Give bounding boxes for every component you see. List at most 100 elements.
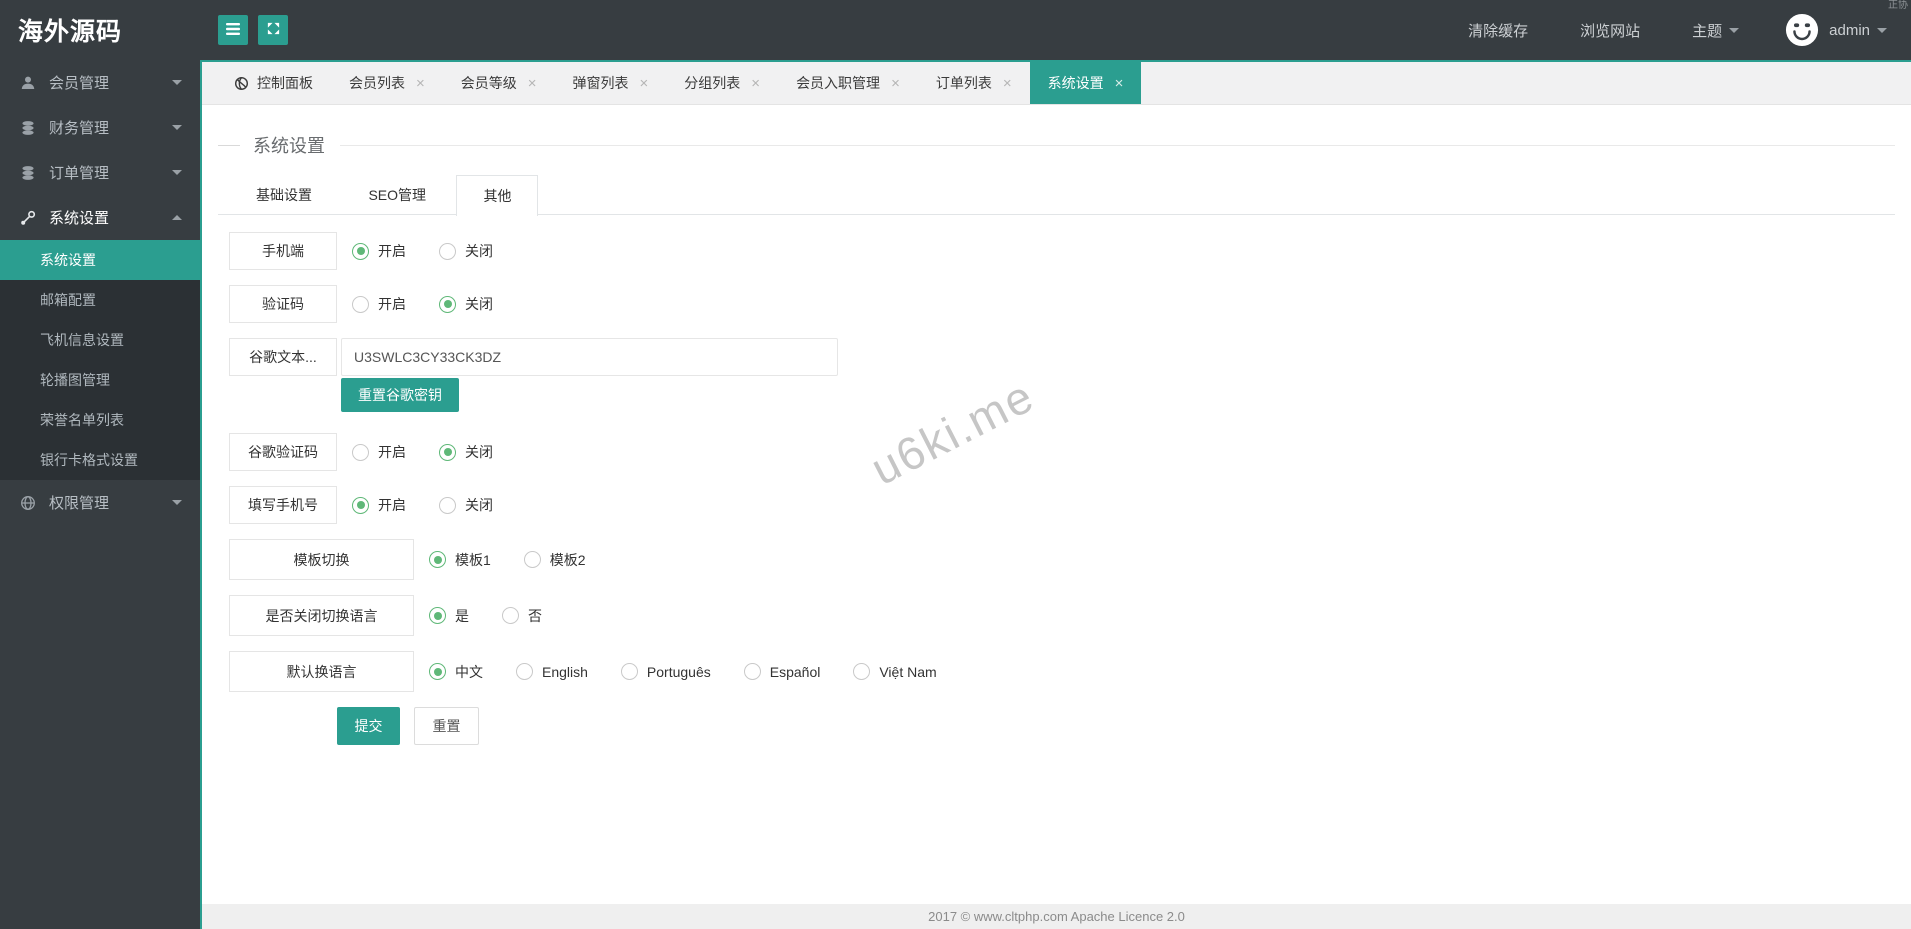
radio-lang-spanish[interactable]: Español	[743, 663, 820, 680]
radio-icon	[516, 663, 533, 680]
database-icon	[20, 165, 38, 181]
radio-mobile-off[interactable]: 关闭	[439, 241, 493, 261]
form-row-google-captcha: 谷歌验证码 开启 关闭	[229, 433, 1895, 471]
radio-label: 是	[455, 607, 469, 624]
radio-label: 开启	[378, 296, 406, 312]
radio-lang-english[interactable]: English	[516, 663, 588, 680]
close-icon[interactable]: ×	[528, 75, 537, 92]
radio-template-2[interactable]: 模板2	[523, 550, 586, 570]
sidebar-item-label: 权限管理	[49, 495, 110, 512]
sidebar-item-system-settings[interactable]: 系统设置	[0, 195, 200, 240]
radio-icon	[352, 242, 369, 260]
field-label: 谷歌文本...	[229, 338, 337, 376]
radio-mobile-on[interactable]: 开启	[352, 241, 406, 261]
radio-group-captcha: 开启 关闭	[352, 294, 526, 314]
globe-icon	[20, 495, 38, 511]
radio-group-phone-number: 开启 关闭	[352, 495, 526, 515]
form-row-disable-lang-switch: 是否关闭切换语言 是 否	[229, 595, 1895, 636]
submenu-item-system-settings[interactable]: 系统设置	[0, 240, 200, 280]
radio-icon	[429, 663, 446, 680]
tab-label: 会员入职管理	[796, 75, 881, 91]
submenu-item-honor-list[interactable]: 荣誉名单列表	[0, 400, 200, 440]
sidebar-item-label: 财务管理	[49, 120, 110, 137]
field-label: 填写手机号	[229, 486, 337, 524]
tab-bar: 控制面板 会员列表 × 会员等级 × 弹窗列表 × 分组列表 × 会员入职管理 …	[202, 62, 1911, 105]
theme-dropdown[interactable]: 主题	[1692, 20, 1740, 41]
tab-member-list[interactable]: 会员列表 ×	[331, 62, 443, 104]
field-label: 手机端	[229, 232, 337, 270]
radio-label: 开启	[378, 243, 406, 259]
reset-google-key-button[interactable]: 重置谷歌密钥	[341, 378, 459, 412]
radio-phone-off[interactable]: 关闭	[439, 495, 493, 515]
radio-template-1[interactable]: 模板1	[429, 550, 491, 570]
sidebar-item-finance[interactable]: 财务管理	[0, 105, 200, 150]
user-menu[interactable]: admin	[1829, 22, 1887, 39]
radio-label: 中文	[455, 663, 483, 680]
radio-group-google-captcha: 开启 关闭	[352, 442, 526, 462]
tab-dashboard[interactable]: 控制面板	[216, 62, 331, 104]
radio-lang-switch-no[interactable]: 否	[502, 606, 542, 626]
tab-member-entry[interactable]: 会员入职管理 ×	[778, 62, 918, 104]
sidebar-item-orders[interactable]: 订单管理	[0, 150, 200, 195]
radio-captcha-off[interactable]: 关闭	[439, 294, 493, 314]
theme-label: 主题	[1692, 22, 1723, 40]
field-label: 验证码	[229, 285, 337, 323]
radio-lang-vietnamese[interactable]: Việt Nam	[853, 663, 937, 680]
radio-captcha-on[interactable]: 开启	[352, 294, 406, 314]
fullscreen-button[interactable]	[258, 15, 288, 45]
submenu-item-carousel[interactable]: 轮播图管理	[0, 360, 200, 400]
footer: 2017 © www.cltphp.com Apache Licence 2.0	[202, 904, 1911, 929]
google-key-input[interactable]	[341, 338, 838, 376]
radio-label: Português	[646, 663, 711, 680]
tab-seo[interactable]: SEO管理	[342, 175, 452, 215]
radio-icon	[429, 607, 446, 624]
form-row-phone-number: 填写手机号 开启 关闭	[229, 486, 1895, 524]
close-icon[interactable]: ×	[751, 75, 760, 92]
sidebar-item-label: 订单管理	[49, 165, 110, 182]
tab-group-list[interactable]: 分组列表 ×	[666, 62, 778, 104]
radio-label: 否	[528, 607, 542, 624]
close-icon[interactable]: ×	[640, 75, 649, 92]
tab-basic-settings[interactable]: 基础设置	[230, 175, 338, 215]
radio-group-disable-lang-switch: 是 否	[429, 606, 575, 626]
radio-icon	[429, 551, 446, 568]
avatar[interactable]	[1785, 13, 1819, 47]
radio-icon	[439, 295, 456, 313]
radio-label: 关闭	[465, 243, 493, 259]
radio-phone-on[interactable]: 开启	[352, 495, 406, 515]
sidebar-item-members[interactable]: 会员管理	[0, 60, 200, 105]
tab-other[interactable]: 其他	[456, 175, 539, 216]
tab-member-level[interactable]: 会员等级 ×	[443, 62, 555, 104]
sidebar-item-permissions[interactable]: 权限管理	[0, 480, 200, 525]
settings-form: 手机端 开启 关闭 验证码 开启 关闭 谷歌文本... U3SWLC3CY33C…	[229, 232, 1895, 745]
radio-google-captcha-on[interactable]: 开启	[352, 442, 406, 462]
reset-button[interactable]: 重置	[414, 707, 479, 745]
submenu-item-bankcard-format[interactable]: 银行卡格式设置	[0, 440, 200, 480]
admin-app: 海外源码 清除缓存 浏览网站 主题 admin 正协 会员管理 财务管理 订单管…	[0, 0, 1911, 929]
radio-lang-switch-yes[interactable]: 是	[429, 606, 469, 626]
radio-icon	[853, 663, 871, 680]
browse-site-link[interactable]: 浏览网站	[1580, 20, 1640, 41]
radio-lang-portuguese[interactable]: Português	[620, 663, 711, 680]
tab-order-list[interactable]: 订单列表 ×	[918, 62, 1030, 104]
close-icon[interactable]: ×	[1115, 75, 1124, 92]
close-icon[interactable]: ×	[416, 75, 425, 92]
submenu-item-email-config[interactable]: 邮箱配置	[0, 280, 200, 320]
tab-popup-list[interactable]: 弹窗列表 ×	[555, 62, 667, 104]
field-label: 模板切换	[229, 539, 414, 580]
close-icon[interactable]: ×	[1003, 75, 1012, 92]
radio-lang-chinese[interactable]: 中文	[429, 662, 483, 682]
tab-label: 会员等级	[460, 75, 517, 91]
chevron-down-icon	[172, 125, 182, 130]
tab-label: 订单列表	[935, 75, 992, 91]
radio-label: 开启	[378, 497, 406, 513]
tab-system-settings[interactable]: 系统设置 ×	[1029, 62, 1142, 104]
radio-label: Việt Nam	[879, 663, 937, 680]
sidebar-toggle-button[interactable]	[218, 15, 248, 45]
close-icon[interactable]: ×	[891, 75, 900, 92]
submenu-item-telegram-info[interactable]: 飞机信息设置	[0, 320, 200, 360]
radio-google-captcha-off[interactable]: 关闭	[439, 442, 493, 462]
submit-button[interactable]: 提交	[337, 707, 400, 745]
system-settings-submenu: 系统设置 邮箱配置 飞机信息设置 轮播图管理 荣誉名单列表 银行卡格式设置	[0, 240, 200, 480]
clear-cache-link[interactable]: 清除缓存	[1468, 20, 1528, 41]
